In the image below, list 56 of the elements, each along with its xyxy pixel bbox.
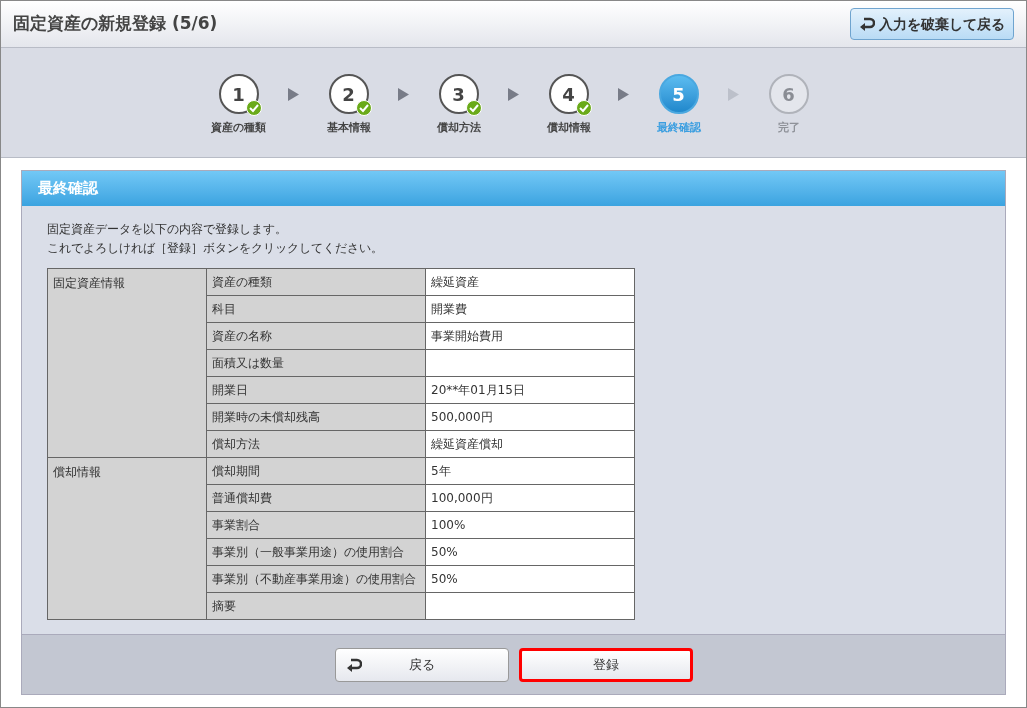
value-cell: 500,000円 [425, 403, 635, 431]
value-cell: 100,000円 [425, 484, 635, 512]
item-label-cell: 普通償却費 [206, 484, 426, 512]
item-label-cell: 開業時の未償却残高 [206, 403, 426, 431]
item-label-cell: 償却方法 [206, 430, 426, 458]
value-cell: 事業開始費用 [425, 322, 635, 350]
value-cell: 100% [425, 511, 635, 539]
item-label-cell: 資産の種類 [206, 268, 426, 296]
value-cell: 繰延資産償却 [425, 430, 635, 458]
item-label-cell: 事業割合 [206, 511, 426, 539]
step-number: 2 [328, 74, 369, 114]
return-arrow-icon [345, 657, 362, 672]
value-cell: 50% [425, 565, 635, 593]
step-label: 償却情報 [546, 120, 591, 136]
check-icon [355, 100, 372, 116]
group-label-cell: 固定資産情報 [47, 268, 207, 458]
step-arrow-icon [618, 88, 629, 101]
value-cell: 開業費 [425, 295, 635, 323]
discard-button[interactable]: 入力を破棄して戻る [850, 8, 1014, 40]
instruction-text: 固定資産データを以下の内容で登録します。 [47, 221, 288, 238]
group-label-cell: 償却情報 [47, 457, 207, 620]
step-arrow-icon [728, 88, 739, 101]
check-icon [575, 100, 592, 116]
step-arrow-icon [288, 88, 299, 101]
step-label: 資産の種類 [211, 120, 266, 136]
window-title: 固定資産の新規登録 (5/6) [13, 12, 218, 36]
step-label: 最終確認 [656, 120, 701, 136]
value-cell: 20**年01月15日 [425, 376, 635, 404]
register-button[interactable]: 登録 [518, 647, 693, 682]
item-label-cell: 資産の名称 [206, 322, 426, 350]
step-arrow-icon [508, 88, 519, 101]
step-arrow-icon [398, 88, 409, 101]
step-label: 基本情報 [326, 120, 371, 136]
step-number: 3 [438, 74, 479, 114]
check-icon [465, 100, 482, 116]
item-label-cell: 面積又は数量 [206, 349, 426, 377]
return-arrow-icon [859, 17, 875, 31]
item-label-cell: 科目 [206, 295, 426, 323]
step-label: 完了 [777, 120, 800, 136]
back-button[interactable]: 戻る [334, 647, 509, 682]
item-label-cell: 開業日 [206, 376, 426, 404]
step-label: 償却方法 [436, 120, 481, 136]
panel-header: 最終確認 [22, 171, 1005, 206]
step-number: 1 [218, 74, 259, 114]
value-cell: 5年 [425, 457, 635, 485]
check-icon [245, 100, 262, 116]
value-cell: 50% [425, 538, 635, 566]
item-label-cell: 摘要 [206, 592, 426, 620]
step-number: 4 [548, 74, 589, 114]
item-label-cell: 償却期間 [206, 457, 426, 485]
value-cell: 繰延資産 [425, 268, 635, 296]
item-label-cell: 事業別（一般事業用途）の使用割合 [206, 538, 426, 566]
step-number: 6 [768, 74, 809, 114]
instruction-text: これでよろしければ［登録］ボタンをクリックしてください。 [47, 240, 384, 257]
item-label-cell: 事業別（不動産事業用途）の使用割合 [206, 565, 426, 593]
step-number: 5 [658, 74, 699, 114]
